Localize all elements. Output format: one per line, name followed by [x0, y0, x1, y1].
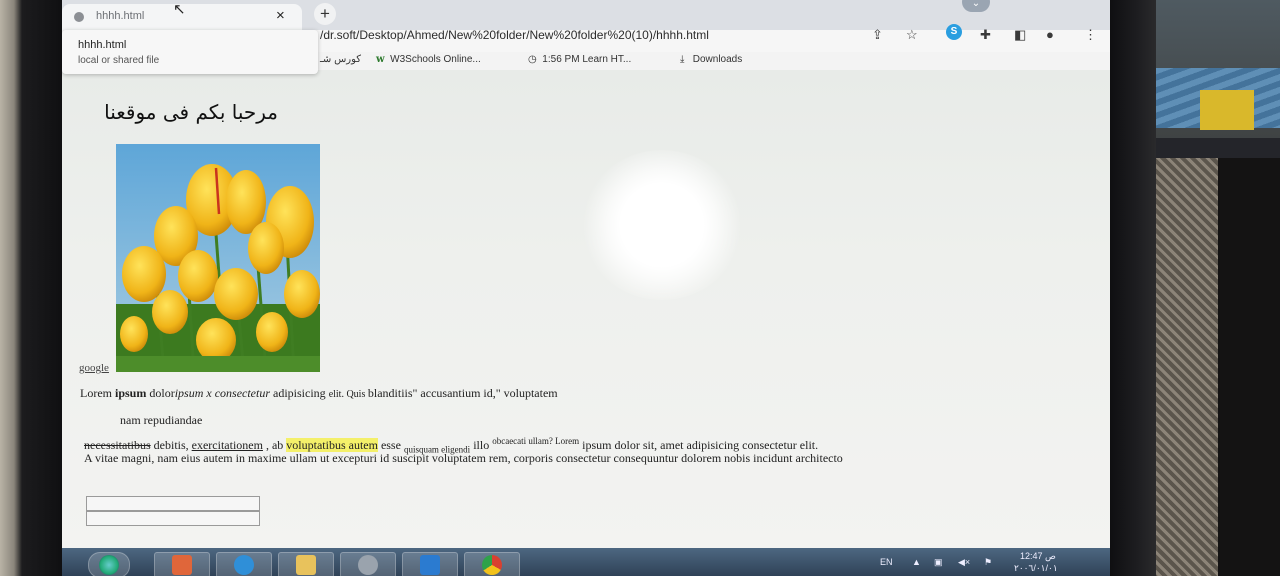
paragraph-indented: nam repudiandae: [120, 413, 203, 427]
screen-glare: [582, 150, 742, 300]
pc-case-top: [1150, 138, 1280, 158]
download-icon: ⤓: [680, 54, 685, 65]
hover-card-title: hhhh.html: [78, 39, 127, 51]
mouse-cursor-icon: ↖: [173, 1, 186, 18]
url-field[interactable]: /dr.soft/Desktop/Ahmed/New%20folder/New%…: [320, 28, 709, 42]
bookmark-downloads[interactable]: ⤓ Downloads: [680, 54, 742, 65]
bookmark-star-icon[interactable]: ☆: [906, 27, 918, 43]
taskbar-app-chrome[interactable]: [464, 552, 520, 576]
profile-avatar-icon[interactable]: ●: [1046, 27, 1054, 42]
pc-case-mesh: [1148, 158, 1218, 576]
monitor-screen: hhhh.html × ↖ + ⌄ /dr.soft/Desktop/Ahmed…: [62, 0, 1110, 576]
w3schools-icon: w: [376, 54, 385, 65]
menu-kebab-icon[interactable]: ⋮: [1084, 27, 1097, 43]
extensions-puzzle-icon[interactable]: ✚: [980, 27, 991, 43]
media-player-icon: [172, 555, 192, 575]
paragraph-lorem-1: Lorem ipsum doloripsum x consectetur adi…: [80, 386, 558, 400]
google-link[interactable]: google: [79, 362, 109, 374]
hover-card-subtitle: local or shared file: [78, 55, 160, 66]
taskbar-app-settings[interactable]: [340, 552, 396, 576]
clock-date[interactable]: ٢٠٠٦/٠١/٠١: [1014, 563, 1058, 574]
paragraph-lorem-2: A vitae magni, nam eius autem in maxime …: [84, 451, 843, 465]
taskbar-app-ie[interactable]: [216, 552, 272, 576]
tab-search-icon[interactable]: ⌄: [962, 0, 990, 12]
monitor-bezel-left: [0, 0, 62, 576]
clock-icon: ◷: [528, 54, 537, 65]
language-indicator[interactable]: EN: [880, 557, 893, 567]
windows-taskbar: EN ▲ ▣ ◀× ⚑ 12:47 ص ٢٠٠٦/٠١/٠١: [62, 548, 1110, 576]
taskbar-app-explorer[interactable]: [278, 552, 334, 576]
yellow-tape: [1200, 90, 1254, 130]
windows-logo-icon: [99, 555, 119, 575]
close-icon[interactable]: ×: [276, 7, 285, 24]
pc-case-panel: [1218, 158, 1280, 576]
network-icon[interactable]: ▣: [934, 557, 943, 568]
action-center-icon[interactable]: ⚑: [984, 557, 992, 568]
side-panel-icon[interactable]: ◧: [1014, 27, 1026, 43]
settings-icon: [358, 555, 378, 575]
globe-icon: [74, 12, 84, 22]
tab-title: hhhh.html: [96, 10, 145, 22]
clock-time[interactable]: 12:47 ص: [1020, 551, 1056, 562]
tab-hover-card: hhhh.html local or shared file: [62, 30, 318, 74]
text-input-2[interactable]: [86, 511, 260, 526]
new-tab-button[interactable]: +: [314, 3, 336, 25]
folder-icon: [296, 555, 316, 575]
skype-extension-icon[interactable]: S: [946, 24, 962, 40]
tulips-image: [116, 144, 320, 372]
text-input-1[interactable]: [86, 496, 260, 511]
taskbar-app-vscode[interactable]: [402, 552, 458, 576]
taskbar-app-media[interactable]: [154, 552, 210, 576]
share-icon[interactable]: ⇪: [872, 27, 883, 43]
chrome-icon: [482, 555, 502, 575]
vscode-icon: [420, 555, 440, 575]
show-hidden-icons-icon[interactable]: ▲: [912, 557, 921, 567]
ie-icon: [234, 555, 254, 575]
bookmark-w3schools[interactable]: w W3Schools Online...: [376, 54, 481, 65]
bookmark-learn-html[interactable]: ◷ 1:56 PM Learn HT...: [528, 54, 631, 65]
volume-muted-icon[interactable]: ◀×: [958, 557, 970, 568]
page-content: مرحبا بكم فى موقعنا google Lorem ipsum d…: [62, 70, 1110, 548]
monitor-bezel-right: [1108, 0, 1156, 576]
bookmark-course[interactable]: كورس شـ: [320, 54, 361, 65]
start-button[interactable]: [88, 552, 130, 576]
page-heading: مرحبا بكم فى موقعنا: [104, 100, 278, 124]
